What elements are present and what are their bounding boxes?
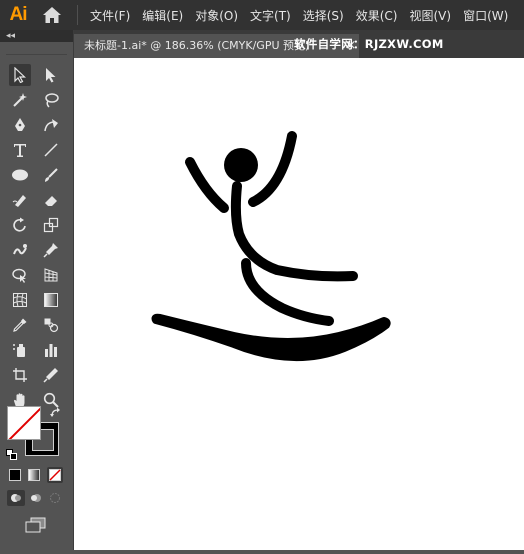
type-tool-icon[interactable] [9,139,31,161]
selection-tool-icon[interactable] [9,64,31,86]
gradient-tool-icon[interactable] [40,289,62,311]
draw-behind-icon [31,494,41,502]
site-watermark: 软件自学网：RJZXW.COM [294,37,444,51]
color-mode-none-button[interactable] [47,467,63,483]
menu-select[interactable]: 选择(S) [297,7,350,24]
menu-bar: Ai 文件(F) 编辑(E) 对象(O) 文字(T) 选择(S) 效果(C) 视… [0,0,524,30]
menu-effect[interactable]: 效果(C) [350,7,404,24]
menu-edit[interactable]: 编辑(E) [136,7,189,24]
pen-tool-icon[interactable] [9,114,31,136]
rotate-tool-icon[interactable] [9,214,31,236]
free-transform-tool-icon[interactable] [9,264,31,286]
ellipse-tool-icon[interactable] [9,164,31,186]
draw-inside-icon [50,493,60,503]
menu-window[interactable]: 窗口(W) [457,7,514,24]
menu-view[interactable]: 视图(V) [403,7,457,24]
puppet-warp-tool-icon[interactable] [40,239,62,261]
paintbrush-tool-icon[interactable] [40,164,62,186]
draw-inside-button[interactable] [47,490,63,506]
menu-file[interactable]: 文件(F) [84,7,136,24]
menu-object[interactable]: 对象(O) [189,7,244,24]
color-mode-gradient-button[interactable] [28,469,40,481]
direct-selection-tool-icon[interactable] [40,64,62,86]
line-segment-tool-icon[interactable] [40,139,62,161]
artwork-stick-figure [151,131,391,362]
default-fill-stroke-icon[interactable] [6,445,17,460]
warp-tool-icon[interactable] [9,239,31,261]
home-icon[interactable] [41,4,63,26]
magic-wand-tool-icon[interactable] [9,89,31,111]
artboard-canvas[interactable] [74,58,524,550]
mesh-tool-icon[interactable] [9,289,31,311]
fill-swatch-none[interactable] [7,406,41,440]
app-logo: Ai [9,4,28,25]
symbol-sprayer-tool-icon[interactable] [9,339,31,361]
scale-tool-icon[interactable] [40,214,62,236]
draw-behind-button[interactable] [28,490,44,506]
draw-normal-button[interactable] [7,490,25,506]
column-graph-tool-icon[interactable] [40,339,62,361]
figure-right-arm [248,131,297,207]
slice-tool-icon[interactable] [40,364,62,386]
toolbox-panel: ◂◂ [0,30,74,550]
figure-head [224,148,258,182]
draw-normal-icon [11,494,21,502]
artboard-tool-icon[interactable] [9,364,31,386]
lasso-tool-icon[interactable] [40,89,62,111]
screen-mode-button[interactable] [24,516,48,534]
eyedropper-tool-icon[interactable] [9,314,31,336]
eraser-tool-icon[interactable] [40,189,62,211]
perspective-grid-tool-icon[interactable] [40,264,62,286]
none-icon [49,469,61,481]
shaper-tool-icon[interactable] [9,189,31,211]
swap-fill-stroke-icon[interactable] [50,404,62,417]
none-slash-icon [8,407,40,439]
menu-type[interactable]: 文字(T) [244,7,297,24]
toolbox-grip[interactable] [6,46,67,55]
menu-separator [77,5,78,25]
figure-left-arm [185,157,229,213]
menu-items: 文件(F) 编辑(E) 对象(O) 文字(T) 选择(S) 效果(C) 视图(V… [84,7,514,24]
blend-tool-icon[interactable] [40,314,62,336]
screen-mode-icon [25,517,46,533]
curvature-tool-icon[interactable] [40,114,62,136]
color-mode-solid-button[interactable] [9,469,21,481]
toolbox-collapse-button[interactable]: ◂◂ [0,30,73,42]
figure-base-stroke [151,313,391,362]
